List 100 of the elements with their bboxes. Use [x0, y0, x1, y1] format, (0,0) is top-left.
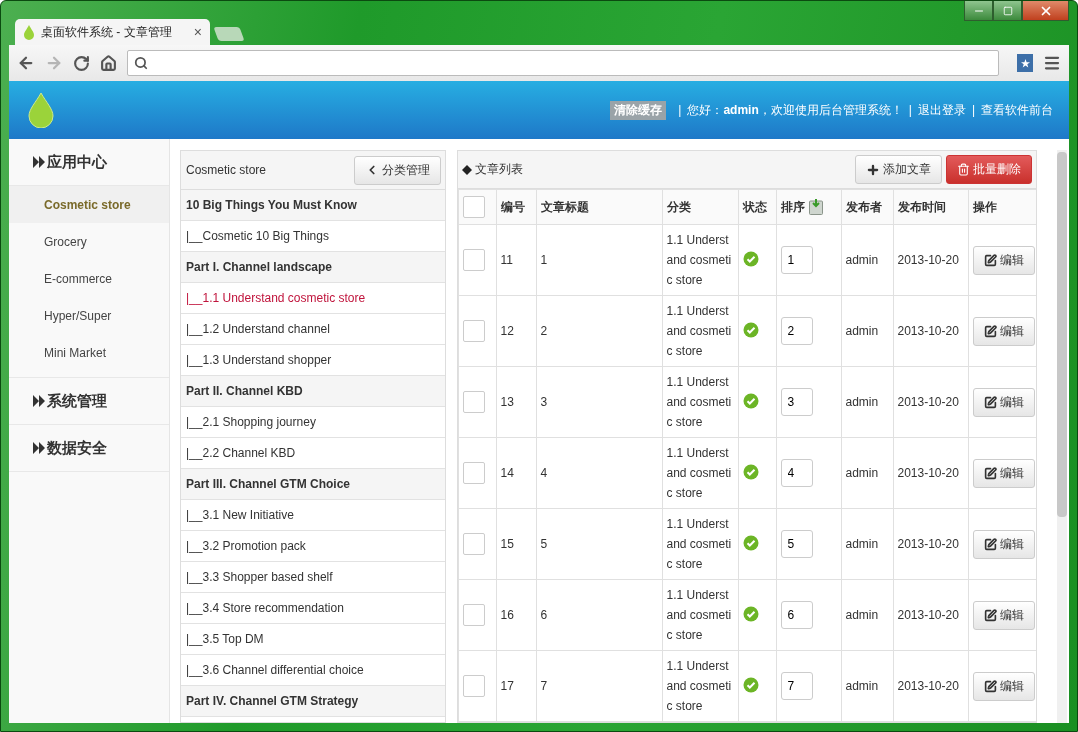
logo-drop-icon: [27, 92, 55, 128]
order-input[interactable]: 1: [780, 246, 813, 274]
edit-button[interactable]: 编辑: [972, 600, 1035, 630]
table-cell: 7: [540, 679, 548, 693]
category-item[interactable]: |__3.4 Store recommendation: [181, 593, 445, 624]
column-header: 发布者: [845, 199, 882, 214]
address-bar[interactable]: [127, 50, 999, 76]
drop-icon: [23, 24, 35, 40]
order-input[interactable]: 3: [780, 388, 813, 416]
table-cell: admin: [845, 466, 879, 480]
separator: |: [908, 103, 912, 117]
save-sort-icon[interactable]: [808, 199, 823, 215]
table-cell: 4: [540, 466, 548, 480]
edit-button[interactable]: 编辑: [972, 458, 1035, 488]
edit-button[interactable]: 编辑: [972, 387, 1035, 417]
scrollbar[interactable]: [1057, 150, 1067, 723]
row-checkbox[interactable]: [462, 604, 485, 626]
order-input[interactable]: 7: [780, 672, 813, 700]
category-item[interactable]: |__1.1 Understand cosmetic store: [181, 283, 445, 314]
table-cell: 6: [540, 608, 548, 622]
row-checkbox[interactable]: [462, 533, 485, 555]
order-input[interactable]: 5: [780, 530, 813, 558]
double-arrow-icon: [33, 395, 46, 407]
sidebar-section[interactable]: 数据安全: [9, 425, 169, 472]
select-all-checkbox[interactable]: [462, 196, 485, 218]
category-group[interactable]: Part II. Channel KBD: [181, 376, 445, 407]
panel-title: 文章列表: [474, 161, 523, 178]
category-item[interactable]: |__2.1 Shopping journey: [181, 407, 445, 438]
category-item[interactable]: |__3.5 Top DM: [181, 624, 445, 655]
table-cell-text: 1.1 Understand cosmetic store: [666, 516, 733, 573]
search-icon: [134, 56, 148, 70]
home-icon[interactable]: [100, 54, 117, 72]
table-cell: 13: [500, 395, 514, 409]
sidebar-section[interactable]: 系统管理: [9, 378, 169, 425]
category-group[interactable]: Part IV. Channel GTM Strategy: [181, 686, 445, 717]
pen-square-icon: [983, 324, 997, 338]
table-cell: admin: [845, 324, 879, 338]
table-cell: 5: [540, 537, 548, 551]
table-cell: 15: [500, 537, 514, 551]
table-cell-text: 1.1 Understand cosmetic store: [666, 303, 733, 360]
table-cell: 11: [500, 253, 513, 267]
minimize-button[interactable]: [964, 1, 993, 21]
double-arrow-icon: [33, 442, 46, 454]
category-group[interactable]: Part I. Channel landscape: [181, 252, 445, 283]
sidebar-item[interactable]: Cosmetic store: [9, 186, 169, 223]
batch-delete-button[interactable]: 批量删除: [946, 155, 1033, 184]
table-cell: 2013-10-20: [897, 466, 959, 480]
table-cell-text: 1.1 Understand cosmetic store: [666, 232, 733, 289]
menu-icon[interactable]: [1043, 54, 1061, 72]
edit-button[interactable]: 编辑: [972, 316, 1035, 346]
column-header: 排序: [780, 198, 805, 216]
order-input[interactable]: 4: [780, 459, 813, 487]
table-cell: 2013-10-20: [897, 324, 959, 338]
row-checkbox[interactable]: [462, 249, 485, 271]
table-cell: 2013-10-20: [897, 608, 959, 622]
edit-button[interactable]: 编辑: [972, 671, 1035, 701]
order-input[interactable]: 2: [780, 317, 813, 345]
row-checkbox[interactable]: [462, 675, 485, 697]
edit-button[interactable]: 编辑: [972, 245, 1035, 275]
category-manage-button[interactable]: 分类管理: [353, 155, 441, 185]
category-item[interactable]: |__1.2 Understand channel: [181, 314, 445, 345]
new-tab-button[interactable]: [213, 27, 245, 41]
sidebar-item[interactable]: Hyper/Super: [9, 297, 169, 334]
row-checkbox[interactable]: [462, 320, 485, 342]
forward-arrow-icon[interactable]: [45, 54, 63, 72]
row-checkbox[interactable]: [462, 462, 485, 484]
pen-square-icon: [983, 253, 997, 267]
category-group[interactable]: 10 Big Things You Must Know: [181, 190, 445, 221]
order-input[interactable]: 6: [780, 601, 813, 629]
pen-square-icon: [983, 395, 997, 409]
table-cell: 17: [500, 679, 514, 693]
category-item[interactable]: |__3.2 Promotion pack: [181, 531, 445, 562]
column-header: 操作: [972, 199, 997, 214]
diamond-icon: [461, 164, 472, 175]
table-cell: admin: [845, 608, 879, 622]
table-cell: admin: [845, 537, 879, 551]
browser-tab[interactable]: 桌面软件系统 - 文章管理 ×: [15, 19, 210, 45]
sidebar-item[interactable]: Mini Market: [9, 334, 169, 371]
table-cell: admin: [845, 253, 879, 267]
row-checkbox[interactable]: [462, 391, 485, 413]
tab-title: 桌面软件系统 - 文章管理: [41, 23, 173, 41]
table-cell-text: 1.1 Understand cosmetic store: [666, 445, 733, 502]
edit-button[interactable]: 编辑: [972, 529, 1035, 559]
table-cell: 2013-10-20: [897, 253, 959, 267]
table-cell-text: 1.1 Understand cosmetic store: [666, 374, 733, 431]
category-group[interactable]: Part III. Channel GTM Choice: [181, 469, 445, 500]
category-item[interactable]: |__3.1 New Initiative: [181, 500, 445, 531]
sidebar-item[interactable]: E-commerce: [9, 260, 169, 297]
tab-close-button[interactable]: ×: [193, 24, 202, 40]
table-cell: 1: [540, 253, 548, 267]
trash-icon: [957, 163, 971, 176]
double-arrow-icon: [33, 156, 46, 168]
add-article-button[interactable]: 添加文章: [855, 155, 943, 184]
table-cell: 16: [500, 608, 514, 622]
category-item[interactable]: |__3.3 Shopper based shelf: [181, 562, 445, 593]
close-button[interactable]: [1022, 1, 1069, 21]
reload-icon[interactable]: [73, 54, 90, 72]
table-cell: 2013-10-20: [897, 537, 959, 551]
sidebar-item[interactable]: Grocery: [9, 223, 169, 260]
maximize-button[interactable]: [993, 1, 1022, 21]
